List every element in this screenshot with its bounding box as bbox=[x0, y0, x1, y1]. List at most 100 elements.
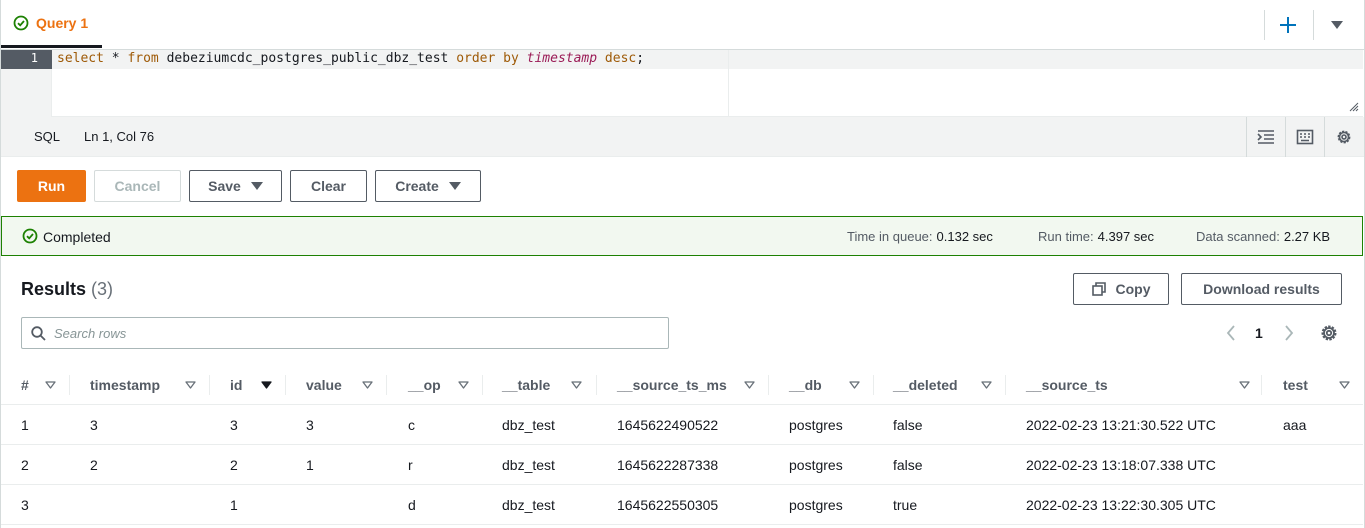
editor-settings-button[interactable] bbox=[1324, 117, 1363, 157]
code-token: from bbox=[127, 51, 159, 66]
sort-icon[interactable] bbox=[849, 381, 860, 389]
caret-down-icon bbox=[448, 182, 461, 190]
table-cell: postgres bbox=[789, 497, 843, 513]
sort-icon[interactable] bbox=[458, 381, 469, 389]
table-cell: 1 bbox=[230, 497, 238, 513]
table-row[interactable]: 2 2 2 1 r dbz_test 1645622287338 postgres false 2… bbox=[1, 445, 1363, 485]
column-header[interactable]: id bbox=[230, 377, 242, 393]
column-divider[interactable] bbox=[1005, 375, 1006, 395]
create-button[interactable]: Create bbox=[375, 170, 481, 202]
run-time-metric: Run time: 4.397 sec bbox=[1038, 229, 1154, 244]
column-divider[interactable] bbox=[69, 375, 70, 395]
check-circle-icon bbox=[13, 15, 29, 30]
code-line[interactable]: select * from debeziumcdc_postgres_publi… bbox=[57, 51, 644, 66]
table-cell: 2 bbox=[21, 457, 29, 473]
table-cell: 2 bbox=[90, 457, 98, 473]
line-number: 1 bbox=[30, 51, 38, 65]
cancel-button[interactable]: Cancel bbox=[94, 170, 181, 202]
table-cell: dbz_test bbox=[502, 497, 555, 513]
current-page[interactable]: 1 bbox=[1255, 325, 1263, 341]
cursor-position: Ln 1, Col 76 bbox=[84, 129, 155, 144]
query-status-banner: Completed Time in queue: 0.132 sec Run ti… bbox=[1, 216, 1363, 256]
plus-icon[interactable] bbox=[1278, 15, 1298, 35]
editor-gutter: 1 bbox=[1, 50, 52, 117]
column-divider[interactable] bbox=[768, 375, 769, 395]
results-title: Results bbox=[21, 279, 87, 299]
code-token: order bbox=[456, 51, 496, 66]
column-header[interactable]: __source_ts_ms bbox=[617, 377, 727, 393]
table-cell: dbz_test bbox=[502, 457, 555, 473]
column-header[interactable]: # bbox=[21, 377, 29, 393]
chevron-left-icon[interactable] bbox=[1226, 325, 1236, 341]
time-in-queue-metric: Time in queue: 0.132 sec bbox=[847, 229, 993, 244]
column-divider[interactable] bbox=[482, 375, 483, 395]
run-button[interactable]: Run bbox=[17, 170, 86, 202]
sort-icon[interactable] bbox=[1239, 381, 1250, 389]
table-cell: false bbox=[893, 457, 923, 473]
search-rows-field[interactable] bbox=[21, 317, 669, 349]
gear-icon[interactable] bbox=[1320, 324, 1338, 342]
table-header: # timestamp id value __op __table __source_ts_… bbox=[1, 365, 1363, 405]
metric-label: Time in queue: bbox=[847, 229, 933, 244]
column-header[interactable]: __source_ts bbox=[1026, 377, 1108, 393]
column-header[interactable]: __table bbox=[502, 377, 550, 393]
table-cell: 1645622550305 bbox=[617, 497, 719, 513]
sort-icon[interactable] bbox=[981, 381, 992, 389]
save-button[interactable]: Save bbox=[189, 170, 282, 202]
code-token: desc bbox=[604, 51, 637, 66]
sort-icon[interactable] bbox=[185, 381, 196, 389]
metric-value: 4.397 sec bbox=[1097, 229, 1155, 244]
tab-query-1[interactable]: Query 1 bbox=[0, 0, 102, 48]
query-tab-bar: Query 1 bbox=[0, 0, 1365, 50]
table-row[interactable]: 1 3 3 3 c dbz_test 1645622490522 postgres false 2… bbox=[1, 405, 1363, 445]
table-cell: 3 bbox=[306, 417, 314, 433]
search-input[interactable] bbox=[54, 319, 654, 347]
metric-value: 0.132 sec bbox=[936, 229, 993, 244]
print-margin bbox=[728, 50, 729, 117]
sort-icon[interactable] bbox=[744, 381, 755, 389]
code-token: by bbox=[503, 51, 519, 66]
format-query-button[interactable] bbox=[1246, 117, 1285, 157]
sort-descending-icon[interactable] bbox=[261, 381, 272, 389]
table-cell: d bbox=[408, 497, 416, 513]
sort-icon[interactable] bbox=[571, 381, 582, 389]
column-header[interactable]: __deleted bbox=[893, 377, 958, 393]
divider bbox=[1313, 10, 1314, 40]
clear-button[interactable]: Clear bbox=[290, 170, 367, 202]
resize-handle-icon[interactable] bbox=[1349, 102, 1359, 112]
column-header[interactable]: timestamp bbox=[90, 377, 160, 393]
table-cell: r bbox=[408, 457, 413, 473]
column-divider[interactable] bbox=[386, 375, 387, 395]
table-cell: 3 bbox=[21, 497, 29, 513]
copy-button[interactable]: Copy bbox=[1073, 273, 1169, 305]
tab-label: Query 1 bbox=[36, 14, 89, 31]
download-results-button[interactable]: Download results bbox=[1181, 273, 1342, 305]
column-divider[interactable] bbox=[1261, 375, 1262, 395]
keyboard-shortcuts-button[interactable] bbox=[1285, 117, 1324, 157]
sort-icon[interactable] bbox=[362, 381, 373, 389]
column-divider[interactable] bbox=[285, 375, 286, 395]
gear-icon bbox=[1337, 130, 1351, 144]
column-header[interactable]: __db bbox=[789, 377, 822, 393]
column-header[interactable]: value bbox=[306, 377, 342, 393]
status-text: Completed bbox=[43, 229, 111, 245]
sql-editor[interactable]: 1 select * from debeziumcdc_postgres_pub… bbox=[1, 50, 1363, 117]
sort-icon[interactable] bbox=[45, 381, 56, 389]
table-cell: true bbox=[893, 497, 918, 513]
column-header[interactable]: test bbox=[1283, 377, 1308, 393]
chevron-right-icon[interactable] bbox=[1284, 325, 1294, 341]
metric-label: Run time: bbox=[1038, 229, 1094, 244]
column-divider[interactable] bbox=[209, 375, 210, 395]
code-token: ; bbox=[636, 51, 645, 66]
column-divider[interactable] bbox=[596, 375, 597, 395]
sort-icon[interactable] bbox=[1339, 381, 1350, 389]
caret-down-icon[interactable] bbox=[1330, 20, 1344, 30]
table-cell: c bbox=[408, 417, 415, 433]
code-token: * bbox=[103, 51, 128, 66]
table-row[interactable]: 3 1 d dbz_test 1645622550305 postgres true 2022… bbox=[1, 485, 1363, 525]
column-divider[interactable] bbox=[873, 375, 874, 395]
table-cell: aaa bbox=[1283, 417, 1307, 433]
column-header[interactable]: __op bbox=[408, 377, 441, 393]
